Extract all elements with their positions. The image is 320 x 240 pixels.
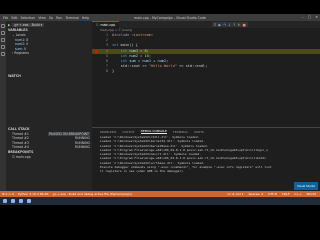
code-token: num1	[142, 58, 151, 63]
debug-sidebar: ▶ g++.exe - Build ▾ VARIABLES ⌄ Locals n…	[6, 21, 92, 191]
variables-spacer	[6, 56, 92, 74]
search-icon[interactable]	[1, 31, 5, 35]
menu-edit[interactable]: Edit	[11, 16, 17, 20]
menu-terminal[interactable]: Terminal	[65, 16, 78, 20]
debug-console-output[interactable]: Loaded 'C:\Windows\System32\ntdll.dll'. …	[92, 135, 320, 174]
code-view[interactable]: 1 #include <iostream> 2 3 int main() {4 int …	[92, 33, 320, 75]
code-line[interactable]: 8}	[92, 69, 320, 74]
drag-handle-icon[interactable]: ⠿	[214, 23, 216, 27]
registers-label: Registers	[14, 51, 30, 55]
letterbox-top	[0, 0, 320, 14]
code-token: main() {	[118, 43, 138, 48]
console-line: ll registers in use (when GDB is the deb…	[100, 169, 184, 174]
letterbox-bottom	[0, 205, 320, 240]
taskbar-app-icon[interactable]	[27, 199, 31, 203]
continue-icon[interactable]: ▶	[218, 23, 221, 27]
variable-name: sum	[15, 46, 22, 51]
debug-float-toolbar: ⠿ ▶ ↷ ↓ ↑ ↻ ■	[212, 22, 248, 27]
code-token: ;	[148, 53, 151, 58]
title-bar: File Edit Selection View Go Run Terminal…	[0, 14, 320, 21]
breakpoint-icon[interactable]	[95, 49, 98, 53]
editor-tabs: Gmain.cpp	[92, 21, 320, 28]
code-token: }	[112, 69, 115, 74]
menu-file[interactable]: File	[3, 16, 8, 20]
eol-status[interactable]: CRLF	[282, 192, 290, 196]
panel-tabs: PROBLEMS OUTPUT DEBUG CONSOLE TERMINAL PORTS	[92, 128, 320, 135]
tab-problems[interactable]: PROBLEMS	[100, 130, 116, 134]
menu-selection[interactable]: Selection	[21, 16, 36, 20]
taskbar-app-icon[interactable]	[11, 199, 15, 203]
code-token: "Hello World"	[148, 64, 177, 69]
step-out-icon[interactable]: ↑	[233, 23, 236, 27]
window-controls: – ▢ ✕	[302, 15, 318, 19]
minimize-icon[interactable]: –	[302, 15, 304, 19]
variable-value: 8	[26, 37, 29, 42]
watch-spacer	[6, 79, 92, 127]
code-token: num2	[129, 53, 138, 58]
os-taskbar	[0, 197, 320, 205]
thread-status: RUNNING	[74, 145, 90, 149]
stop-icon[interactable]: ■	[242, 23, 245, 27]
menu-bar: File Edit Selection View Go Run Terminal…	[0, 16, 89, 20]
indentation-status[interactable]: Spaces: 4	[249, 192, 264, 196]
code-token: << std::endl;	[176, 64, 208, 69]
code-token: #include	[112, 33, 130, 37]
code-token: num2	[157, 58, 167, 63]
breakpoint-file: main.cpp	[15, 154, 31, 159]
editor-area: Gmain.cpp ⠿ ▶ ↷ ↓ ↑ ↻ ■ main.cpp > ⓕ mai…	[92, 21, 320, 127]
menu-help[interactable]: Help	[82, 16, 89, 20]
window-title: main.cpp - MyCampaign - Visual Studio Co…	[134, 15, 206, 20]
start-icon[interactable]	[3, 199, 7, 203]
code-token: num1	[129, 48, 138, 53]
variable-value: 0	[23, 46, 26, 51]
encoding-status[interactable]: UTF-8	[268, 192, 277, 196]
taskbar-app-icon[interactable]	[19, 199, 23, 203]
tab-terminal[interactable]: TERMINAL	[173, 130, 188, 134]
variable-name: num2	[15, 42, 25, 46]
close-icon[interactable]: ✕	[315, 15, 318, 19]
start-debugging-icon[interactable]: ▶	[8, 23, 10, 27]
tab-output[interactable]: OUTPUT	[122, 130, 134, 134]
code-token: ;	[166, 58, 169, 63]
code-token: ;	[146, 48, 149, 53]
step-over-icon[interactable]: ↷	[223, 23, 226, 27]
tab-ports[interactable]: PORTS	[194, 130, 204, 134]
thread-label: Thread #4	[12, 145, 29, 149]
cursor-position-status[interactable]: Ln 4, Col 1	[228, 192, 244, 196]
debug-config-status[interactable]: g++.exe - Build and debug active file (M…	[53, 192, 132, 196]
breakpoint-item[interactable]: ☑ main.cpp	[6, 155, 92, 160]
debug-config-select[interactable]: g++.exe - Build ▾	[12, 22, 45, 27]
language-mode-status[interactable]: C++	[294, 192, 301, 196]
run-debug-icon[interactable]	[1, 45, 5, 49]
tab-label: main.cpp	[100, 23, 116, 27]
tab-main-cpp[interactable]: Gmain.cpp	[92, 21, 120, 28]
variable-name: num1	[15, 37, 25, 42]
extensions-icon[interactable]	[1, 52, 5, 56]
notification-toast[interactable]: Visual Studio	[294, 182, 318, 190]
python-interpreter-status[interactable]: Python 3.10.4 64-bit	[18, 192, 49, 196]
menu-view[interactable]: View	[38, 16, 46, 20]
code-token: <iostream>	[129, 33, 154, 37]
tab-debug-console[interactable]: DEBUG CONSOLE	[140, 129, 167, 134]
line-number: 8	[105, 69, 108, 74]
restart-icon[interactable]: ↻	[238, 23, 241, 27]
menu-run[interactable]: Run	[56, 16, 62, 20]
explorer-icon[interactable]	[1, 24, 5, 28]
menu-go[interactable]: Go	[49, 16, 53, 20]
locals-label: Locals	[15, 33, 26, 37]
maximize-icon[interactable]: ▢	[308, 15, 311, 19]
source-control-icon[interactable]	[1, 38, 5, 42]
cpp-file-icon: G	[96, 23, 99, 27]
variable-value: 0	[26, 42, 29, 46]
bottom-panel: PROBLEMS OUTPUT DEBUG CONSOLE TERMINAL PORTS…	[92, 127, 320, 191]
code-token: std::cout <<	[112, 64, 149, 69]
status-right: Ln 4, Col 1 Spaces: 4 UTF-8 CRLF C++ Win…	[228, 192, 320, 196]
problems-status[interactable]: ⊗ 0 ⚠ 0	[2, 192, 14, 196]
step-into-icon[interactable]: ↓	[228, 23, 231, 27]
platform-status[interactable]: Win32	[307, 192, 316, 196]
debug-toolbar: ▶ g++.exe - Build ▾	[6, 21, 92, 28]
